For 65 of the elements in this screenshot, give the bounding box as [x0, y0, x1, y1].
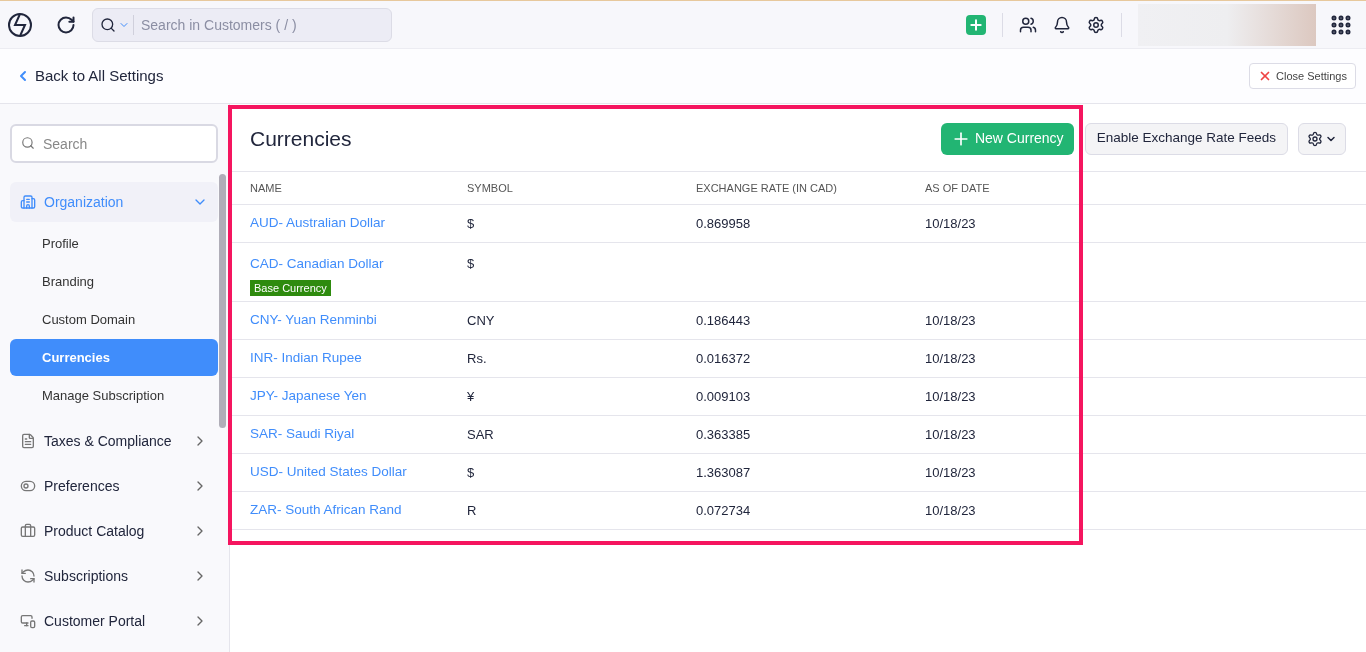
search-icon — [100, 16, 116, 33]
search-field[interactable]: Search in Customers ( / ) — [92, 7, 392, 42]
date-cell: 10/18/23 — [925, 426, 976, 442]
rate-cell: 0.072734 — [696, 502, 751, 518]
sidebar-section[interactable]: Preferences — [10, 466, 218, 506]
close-settings-button[interactable]: Close Settings — [1249, 63, 1356, 89]
sidebar-section[interactable]: Subscriptions — [10, 556, 218, 596]
symbol-cell: $ — [467, 215, 475, 231]
sidebar-section[interactable]: Product Catalog — [10, 511, 218, 551]
add-button[interactable] — [966, 14, 986, 35]
logo-icon[interactable] — [7, 11, 33, 38]
section-label: Preferences — [44, 476, 121, 496]
symbol-cell: $ — [467, 256, 475, 271]
briefcase-icon — [20, 523, 36, 539]
section-label: Organization — [44, 192, 125, 212]
symbol-cell: SAR — [467, 426, 494, 442]
sidebar-search-field[interactable]: Search — [10, 124, 218, 163]
cycle-icon — [20, 568, 36, 584]
rate-cell: 0.009103 — [696, 388, 751, 404]
date-cell: 10/18/23 — [925, 502, 976, 518]
search-icon — [21, 136, 35, 150]
rate-cell: 0.016372 — [696, 350, 751, 366]
sidebar-item[interactable]: Manage Subscription — [10, 377, 218, 414]
exchange-feeds-button[interactable]: Enable Exchange Rate Feeds — [1084, 122, 1288, 155]
base-currency-badge: Base Currency — [250, 280, 331, 297]
rate-cell: 0.869958 — [696, 215, 751, 231]
date-cell: 10/18/23 — [925, 350, 976, 366]
sidebar-section[interactable]: Customer Portal — [10, 601, 218, 641]
symbol-cell: $ — [467, 464, 475, 480]
sidebar-item[interactable]: Custom Domain — [10, 301, 218, 338]
rate-cell: 1.363087 — [696, 464, 751, 480]
monitor-icon — [20, 613, 36, 629]
back-link[interactable]: Back to All Settings — [15, 64, 164, 88]
date-cell: 10/18/23 — [925, 215, 976, 231]
bell-icon[interactable] — [1053, 15, 1071, 34]
toggles-icon — [20, 478, 36, 494]
symbol-cell: CNY — [467, 312, 495, 328]
building-icon — [20, 194, 36, 210]
settings-icon[interactable] — [1087, 15, 1105, 34]
document-icon — [20, 433, 36, 449]
symbol-cell: R — [467, 502, 477, 518]
section-label: Taxes & Compliance — [44, 431, 173, 451]
date-cell: 10/18/23 — [925, 312, 976, 328]
section-label: Customer Portal — [44, 611, 147, 631]
rate-cell: 0.363385 — [696, 426, 751, 442]
history-icon[interactable] — [56, 14, 76, 35]
sidebar-section[interactable]: Taxes & Compliance — [10, 421, 218, 461]
column-header: EXCHANGE RATE (IN CAD) — [696, 180, 838, 196]
section-label: Subscriptions — [44, 566, 130, 586]
section-label: Product Catalog — [44, 521, 146, 541]
column-header: AS OF DATE — [925, 180, 991, 196]
column-header: SYMBOL — [467, 180, 514, 196]
rate-cell: 0.186443 — [696, 312, 751, 328]
page-title: Currencies — [250, 125, 353, 152]
gear-icon — [1307, 130, 1323, 147]
column-header: NAME — [250, 180, 283, 196]
settings-dropdown-button[interactable] — [1298, 122, 1346, 155]
date-cell: 10/18/23 — [925, 464, 976, 480]
date-cell: 10/18/23 — [925, 388, 976, 404]
sidebar-item[interactable]: Branding — [10, 263, 218, 300]
symbol-cell: ¥ — [467, 388, 475, 404]
scrollbar[interactable] — [219, 174, 226, 428]
users-icon[interactable] — [1019, 15, 1037, 34]
symbol-cell: Rs. — [467, 350, 487, 366]
sidebar-item[interactable]: Profile — [10, 225, 218, 262]
